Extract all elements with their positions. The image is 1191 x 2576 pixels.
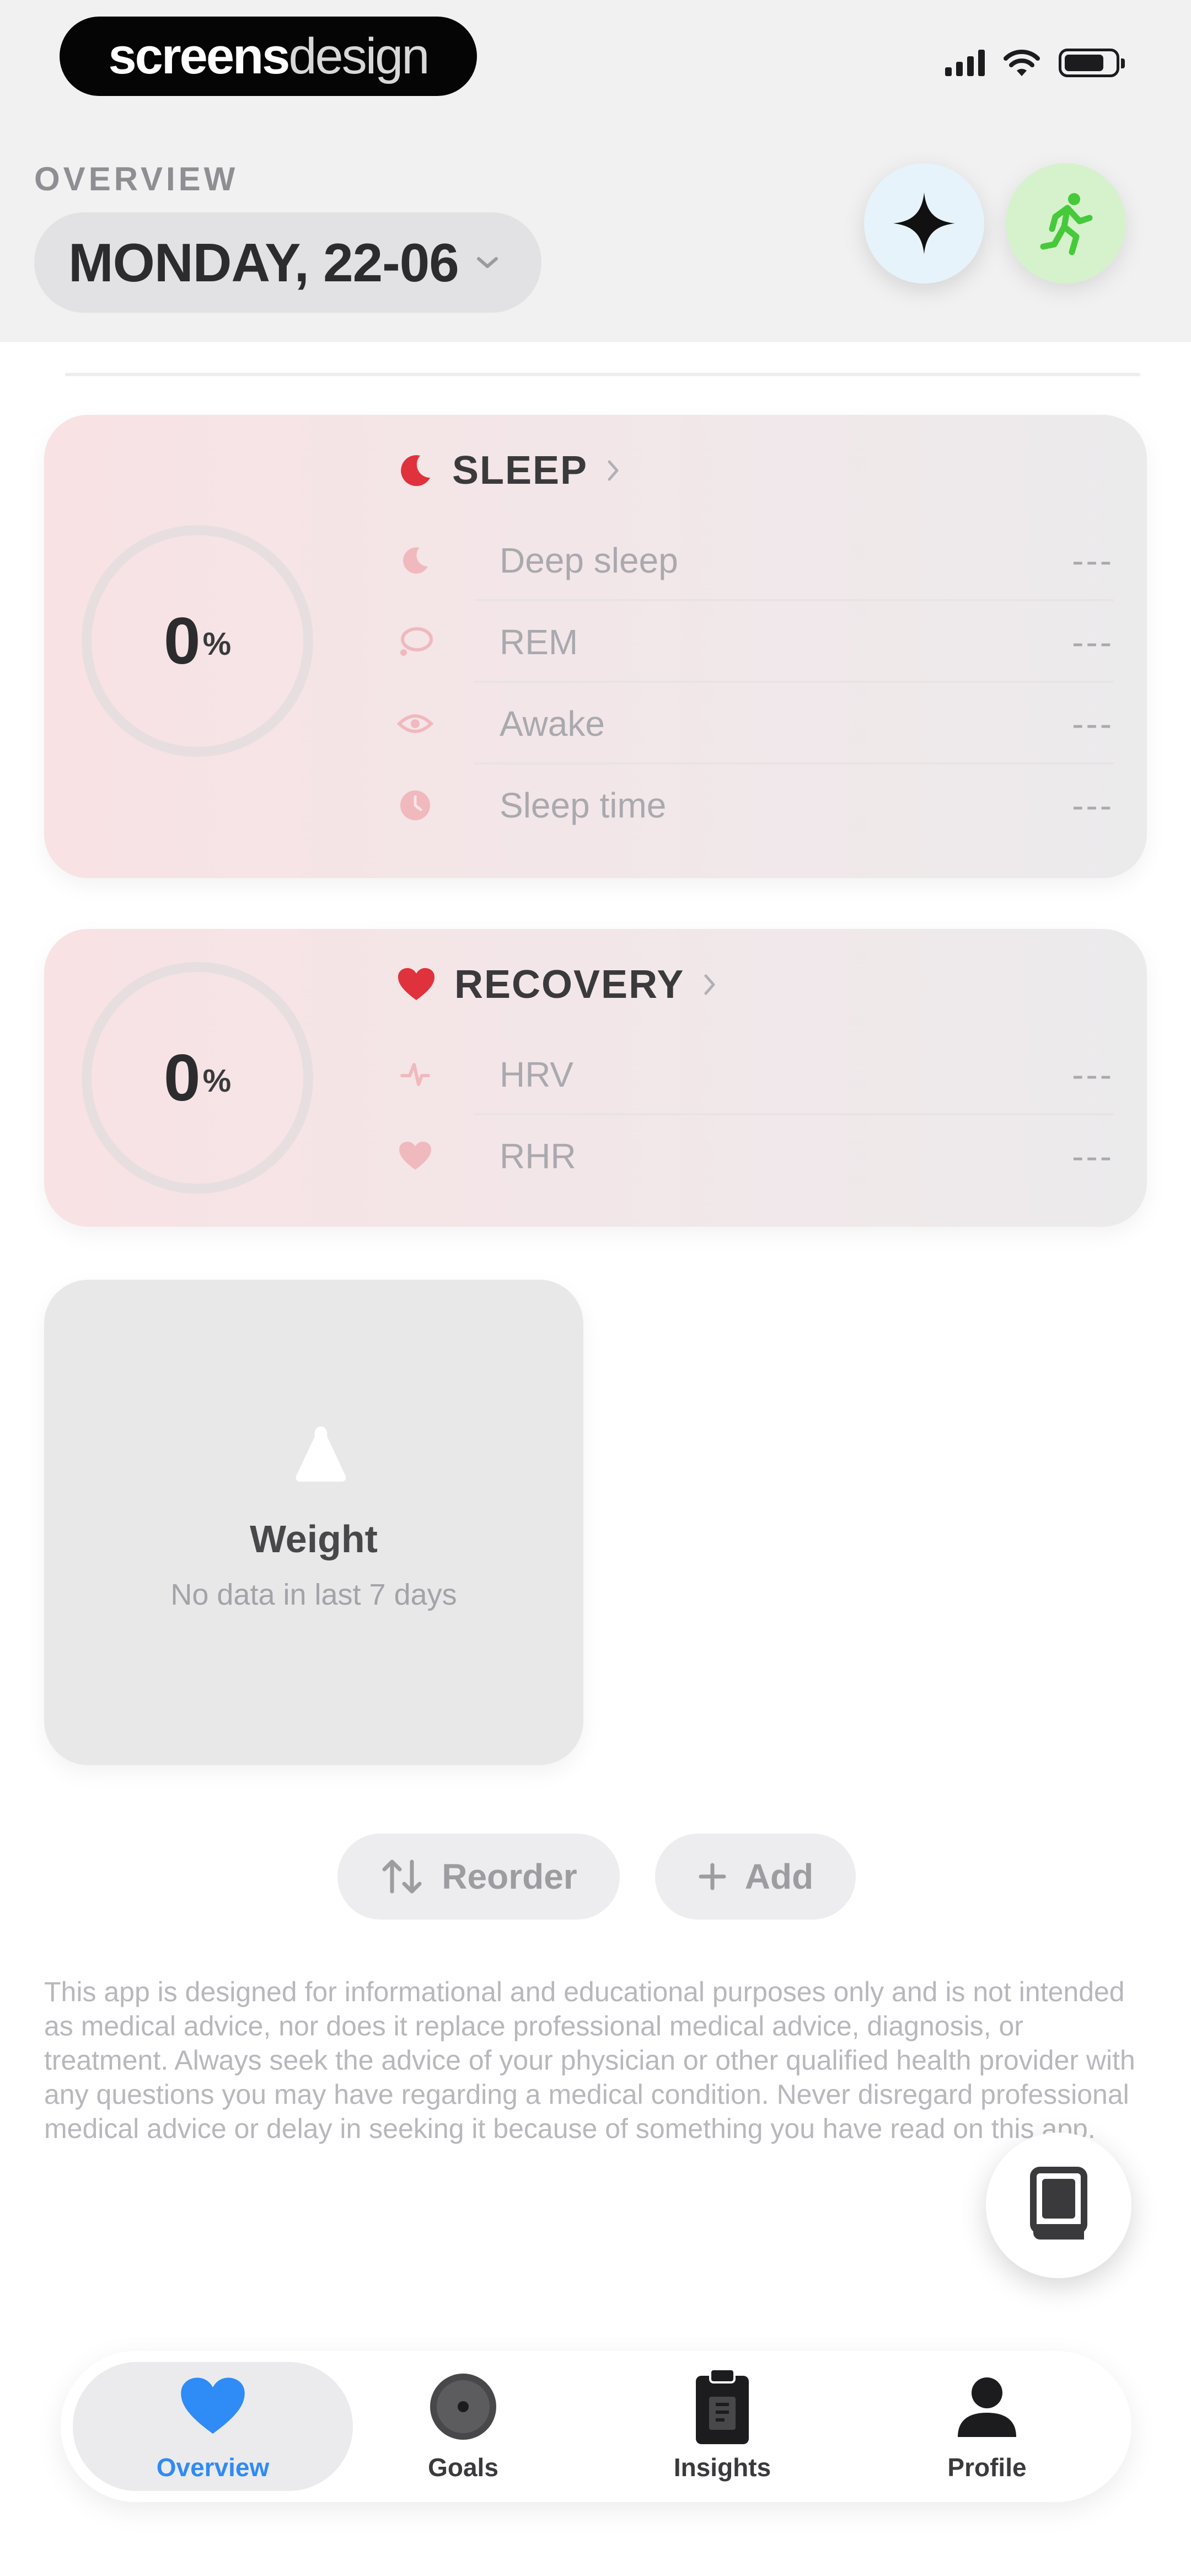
- plus-icon: [699, 1863, 726, 1890]
- recovery-score-unit: %: [202, 1062, 232, 1099]
- cellular-signal-icon: [945, 50, 985, 76]
- tab-insights[interactable]: Insights: [640, 2351, 805, 2502]
- recovery-score-ring: 0%: [82, 962, 313, 1194]
- date-text: MONDAY, 22-06: [68, 232, 459, 293]
- reorder-label: Reorder: [442, 1857, 577, 1896]
- tab-profile[interactable]: Profile: [904, 2351, 1070, 2502]
- thought-bubble-icon: [397, 624, 433, 660]
- tab-label: Profile: [947, 2453, 1027, 2482]
- sleep-metric-rem: REM ---: [397, 601, 1114, 683]
- weight-subtitle: No data in last 7 days: [170, 1578, 457, 1611]
- brand-logo-bold: screens: [108, 28, 291, 84]
- clipboard-icon: [686, 2368, 758, 2444]
- metric-label: HRV: [500, 1055, 573, 1094]
- sleep-metric-awake: Awake ---: [397, 683, 1114, 765]
- date-selector[interactable]: MONDAY, 22-06: [34, 212, 541, 313]
- running-figure-icon: [1040, 193, 1093, 255]
- recovery-header[interactable]: RECOVERY: [397, 962, 716, 1007]
- add-button[interactable]: Add: [655, 1834, 856, 1920]
- recovery-metric-rhr: RHR ---: [397, 1115, 1114, 1197]
- battery-icon: [1059, 49, 1125, 77]
- sleep-score-unit: %: [202, 626, 232, 662]
- reorder-arrows-icon: [382, 1859, 422, 1894]
- recovery-card[interactable]: 0% RECOVERY HRV --- RHR ---: [44, 929, 1147, 1227]
- sleep-metric-deep-sleep: Deep sleep ---: [397, 520, 1114, 601]
- clock-icon: [397, 787, 433, 824]
- metric-value: ---: [1072, 622, 1114, 662]
- wifi-icon: [1004, 50, 1040, 76]
- recovery-title: RECOVERY: [454, 963, 685, 1007]
- recovery-metric-hrv: HRV ---: [397, 1034, 1114, 1115]
- scale-icon: [296, 1426, 346, 1482]
- metric-value: ---: [1072, 704, 1114, 744]
- pulse-icon: [397, 1056, 433, 1093]
- overview-label: OVERVIEW: [34, 161, 239, 197]
- metric-label: Awake: [500, 704, 605, 744]
- chevron-right-icon: [704, 974, 715, 995]
- reorder-button[interactable]: Reorder: [337, 1834, 620, 1920]
- tab-overview[interactable]: Overview: [73, 2362, 353, 2491]
- sleep-metric-sleep-time: Sleep time ---: [397, 765, 1114, 846]
- medical-disclaimer: This app is designed for informational a…: [44, 1976, 1135, 2144]
- metric-label: RHR: [500, 1136, 576, 1176]
- eye-icon: [397, 706, 433, 742]
- weight-title: Weight: [249, 1517, 378, 1560]
- sleep-card[interactable]: 0% SLEEP Deep sleep --- REM --- Awake --…: [44, 415, 1147, 878]
- sparkle-icon: [893, 193, 955, 254]
- chevron-right-icon: [608, 460, 619, 481]
- tab-label: Overview: [156, 2453, 270, 2482]
- metric-value: ---: [1072, 541, 1114, 580]
- metric-value: ---: [1072, 1136, 1114, 1176]
- weight-card[interactable]: Weight No data in last 7 days: [44, 1280, 583, 1765]
- ai-assistant-button[interactable]: [864, 163, 984, 284]
- guide-button[interactable]: [986, 2133, 1131, 2278]
- sleep-title: SLEEP: [452, 448, 588, 493]
- app-screen: screens design OVERVIEW MONDAY, 22-06 0 …: [0, 0, 1191, 2576]
- heart-icon: [398, 968, 434, 1000]
- metric-label: REM: [500, 622, 578, 662]
- chevron-down-icon: [476, 257, 498, 268]
- sleep-score-ring: 0%: [82, 525, 313, 757]
- tab-bar: Overview Goals Insights Profile: [61, 2351, 1131, 2502]
- brand-logo-light: design: [288, 28, 430, 84]
- target-icon: [427, 2371, 499, 2443]
- heart-icon: [177, 2371, 249, 2443]
- heart-pulse-icon: [397, 1138, 433, 1174]
- metric-label: Sleep time: [500, 785, 667, 825]
- book-icon: [1030, 2167, 1087, 2240]
- add-label: Add: [744, 1857, 814, 1896]
- tab-label: Goals: [428, 2453, 498, 2482]
- activity-button[interactable]: [1006, 163, 1126, 284]
- tab-goals[interactable]: Goals: [391, 2351, 535, 2502]
- status-bar: [945, 49, 1125, 77]
- sleep-score-value: 0: [163, 604, 201, 678]
- sleep-header[interactable]: SLEEP: [397, 448, 620, 493]
- header-divider: [65, 373, 1140, 376]
- moon-icon: [401, 455, 430, 487]
- brand-logo: screens design: [60, 17, 477, 96]
- person-icon: [951, 2371, 1023, 2443]
- tab-label: Insights: [673, 2453, 771, 2482]
- recovery-score-value: 0: [163, 1041, 201, 1115]
- moon-icon: [397, 542, 433, 579]
- metric-value: ---: [1072, 1055, 1114, 1094]
- metric-label: Deep sleep: [500, 541, 678, 580]
- metric-value: ---: [1072, 785, 1114, 825]
